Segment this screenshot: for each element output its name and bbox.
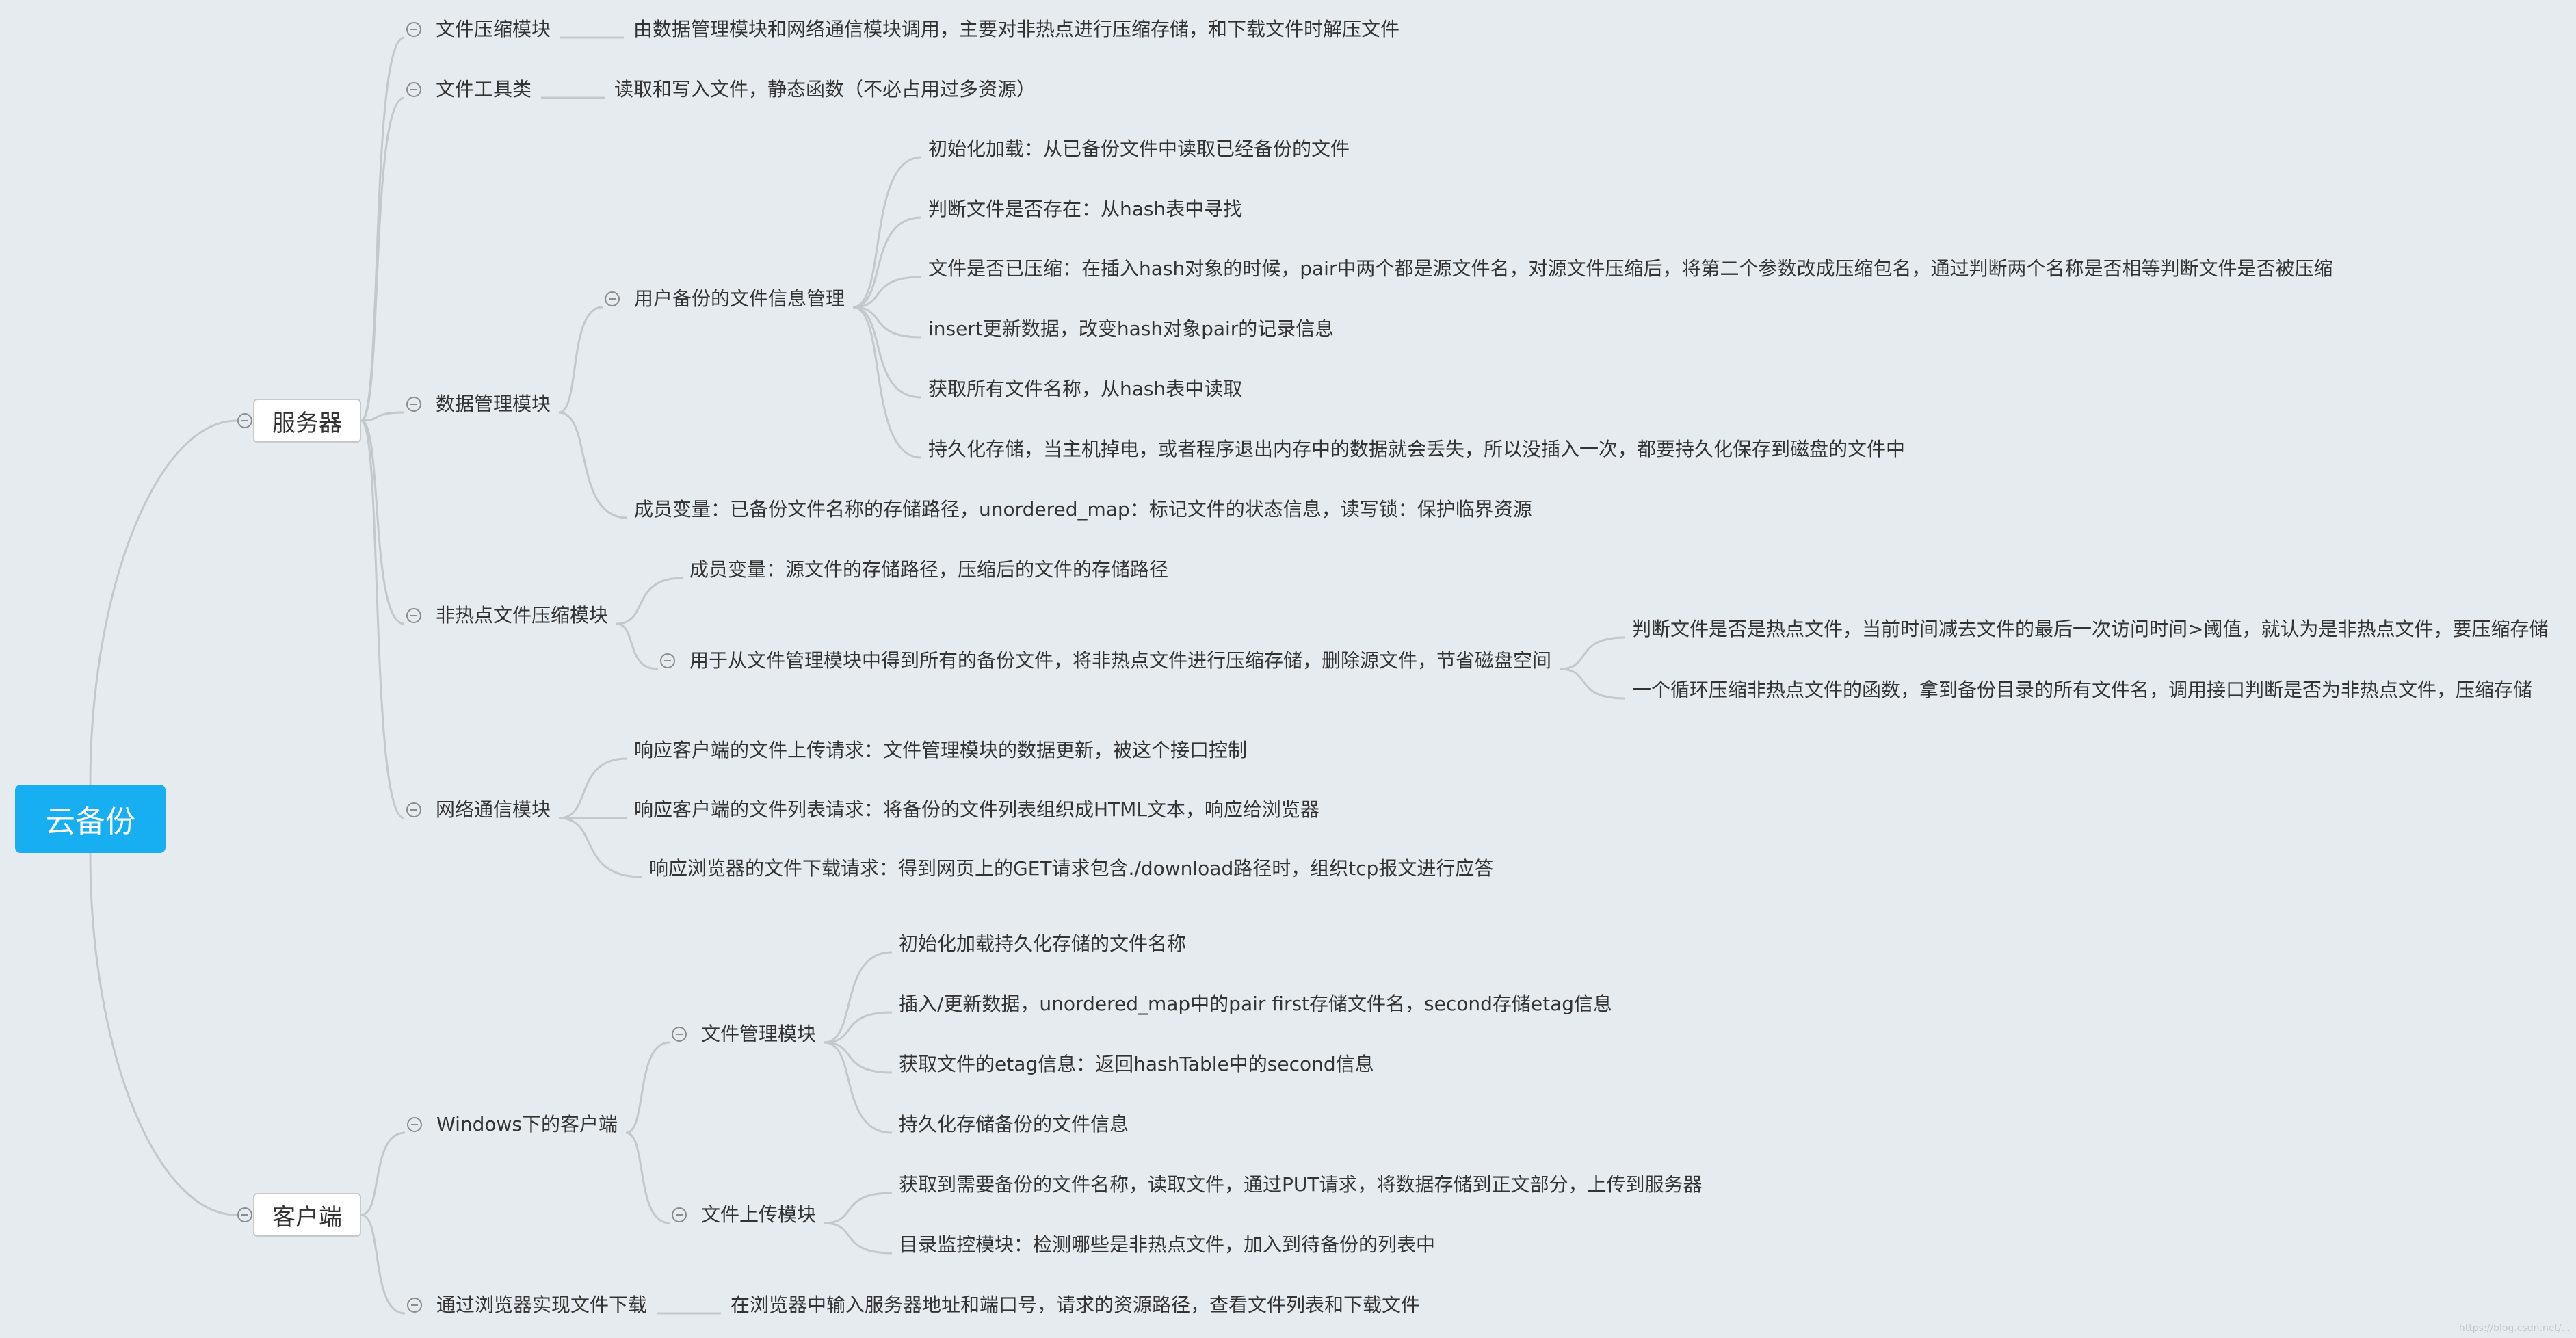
connector [852, 216, 922, 309]
connector [625, 1041, 670, 1134]
connector [824, 1041, 893, 1134]
node-s-data-u2[interactable]: 判断文件是否存在：从hash表中寻找 [928, 196, 1242, 223]
node-c-browser-d[interactable]: 在浏览器中输入服务器地址和端口号，请求的资源路径，查看文件列表和下载文件 [731, 1291, 1420, 1319]
node-c-fm-2[interactable]: 插入/更新数据，unordered_map中的pair first存储文件名，s… [899, 991, 1612, 1018]
mind-map: 云备份 服务器 客户端 https://blog.csdn.net/... 文件… [0, 0, 2576, 1338]
node-c-up[interactable]: 文件上传模块 [701, 1201, 816, 1229]
collapse-icon[interactable] [406, 397, 421, 412]
collapse-icon[interactable] [605, 291, 620, 306]
connector [360, 1131, 406, 1216]
server-node[interactable]: 服务器 [253, 399, 361, 443]
root-node[interactable]: 云备份 [15, 785, 166, 853]
collapse-icon[interactable] [660, 653, 675, 668]
connector [824, 1192, 893, 1224]
collapse-icon[interactable] [237, 1207, 252, 1222]
collapse-icon[interactable] [407, 1117, 422, 1132]
connector [824, 1222, 893, 1255]
node-s-data-u3[interactable]: 文件是否已压缩：在插入hash对象的时候，pair中两个都是源文件名，对源文件压… [928, 255, 2332, 283]
client-node[interactable]: 客户端 [253, 1193, 361, 1237]
collapse-icon[interactable] [406, 22, 421, 37]
connector [616, 622, 659, 670]
connector [616, 577, 683, 625]
node-s-hot-f1[interactable]: 判断文件是否是热点文件，当前时间减去文件的最后一次访问时间>阈值，就认为是非热点… [1632, 616, 2548, 643]
node-s-data-u5[interactable]: 获取所有文件名称，从hash表中读取 [928, 376, 1242, 403]
connector [89, 852, 237, 1216]
connector [360, 411, 405, 422]
node-c-browser[interactable]: 通过浏览器实现文件下载 [436, 1291, 647, 1319]
connector [625, 1131, 670, 1224]
connector [558, 306, 603, 414]
watermark: https://blog.csdn.net/... [2458, 1323, 2571, 1334]
collapse-icon[interactable] [672, 1207, 687, 1222]
node-s-data-user[interactable]: 用户备份的文件信息管理 [634, 285, 845, 313]
node-s-compress-d[interactable]: 由数据管理模块和网络通信模块调用，主要对非热点进行压缩存储，和下载文件时解压文件 [633, 16, 1399, 43]
node-s-net-3[interactable]: 响应浏览器的文件下载请求：得到网页上的GET请求包含./download路径时，… [649, 855, 1493, 882]
node-s-hot-f2[interactable]: 一个循环压缩非热点文件的函数，拿到备份目录的所有文件名，调用接口判断是否为非热点… [1632, 677, 2532, 704]
connector [559, 817, 643, 878]
node-s-data-m[interactable]: 成员变量：已备份文件名称的存储路径，unordered_map：标记文件的状态信… [634, 496, 1532, 523]
collapse-icon[interactable] [672, 1027, 687, 1042]
connector [89, 419, 237, 785]
connector [360, 1214, 406, 1315]
connector [360, 36, 405, 422]
node-c-up-2[interactable]: 目录监控模块：检测哪些是非热点文件，加入到待备份的列表中 [899, 1231, 1435, 1259]
connector [558, 757, 628, 819]
collapse-icon[interactable] [406, 802, 421, 817]
node-c-up-1[interactable]: 获取到需要备份的文件名称，读取文件，通过PUT请求，将数据存储到正文部分，上传到… [899, 1171, 1703, 1198]
collapse-icon[interactable] [406, 608, 421, 623]
node-c-fm-3[interactable]: 获取文件的etag信息：返回hashTable中的second信息 [899, 1051, 1374, 1078]
node-c-fm-4[interactable]: 持久化存储备份的文件信息 [899, 1111, 1129, 1138]
collapse-icon[interactable] [407, 1298, 422, 1313]
connector [558, 411, 628, 519]
node-s-hot-m[interactable]: 成员变量：源文件的存储路径，压缩后的文件的存储路径 [689, 556, 1168, 583]
node-s-data-u1[interactable]: 初始化加载：从已备份文件中读取已经备份的文件 [928, 135, 1350, 163]
node-s-hot-f[interactable]: 用于从文件管理模块中得到所有的备份文件，将非热点文件进行压缩存储，删除源文件，节… [689, 647, 1551, 674]
connector [360, 419, 405, 625]
connector [360, 419, 405, 819]
connector [1560, 636, 1626, 670]
node-c-fm-1[interactable]: 初始化加载持久化存储的文件名称 [899, 930, 1186, 958]
connector [1560, 668, 1626, 700]
node-c-win[interactable]: Windows下的客户端 [436, 1111, 618, 1138]
node-s-net-2[interactable]: 响应客户端的文件列表请求：将备份的文件列表组织成HTML文本，响应给浏览器 [634, 796, 1319, 824]
connector [824, 951, 893, 1044]
node-s-data-u4[interactable]: insert更新数据，改变hash对象pair的记录信息 [928, 315, 1334, 343]
node-s-compress[interactable]: 文件压缩模块 [436, 16, 551, 43]
node-s-data-u6[interactable]: 持久化存储，当主机掉电，或者程序退出内存中的数据就会丢失，所以没插入一次，都要持… [928, 436, 1905, 463]
node-s-tool[interactable]: 文件工具类 [436, 76, 531, 103]
node-s-net-1[interactable]: 响应客户端的文件上传请求：文件管理模块的数据更新，被这个接口控制 [634, 737, 1247, 764]
collapse-icon[interactable] [237, 413, 252, 428]
node-s-net[interactable]: 网络通信模块 [436, 796, 551, 824]
connector [852, 306, 922, 399]
node-s-hot[interactable]: 非热点文件压缩模块 [436, 602, 608, 629]
node-c-fm[interactable]: 文件管理模块 [701, 1021, 816, 1048]
node-s-tool-d[interactable]: 读取和写入文件，静态函数（不必占用过多资源） [614, 76, 1036, 103]
node-s-data[interactable]: 数据管理模块 [436, 391, 551, 418]
collapse-icon[interactable] [406, 82, 421, 97]
